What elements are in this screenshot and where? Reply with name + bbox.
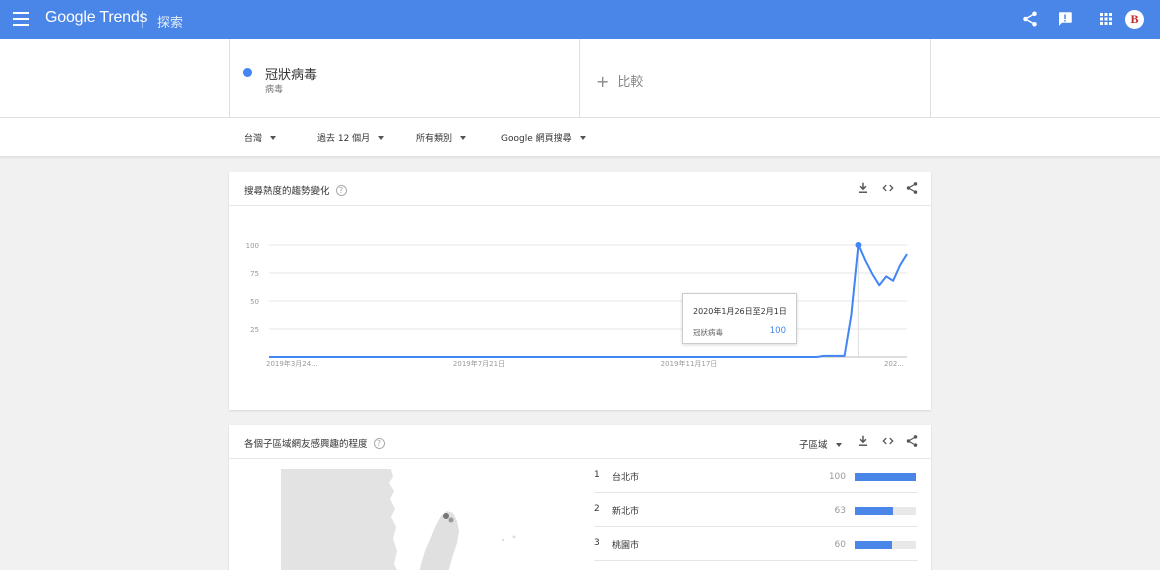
search-term-name[interactable]: 冠狀病毒 bbox=[265, 64, 317, 83]
divider bbox=[579, 39, 580, 118]
dropdown-arrow-icon bbox=[460, 135, 467, 140]
x-tick-label: 2019年3月24... bbox=[266, 359, 318, 368]
compare-label: 比較 bbox=[617, 75, 644, 90]
region-marker[interactable] bbox=[443, 513, 449, 519]
resolution-label: 子區域 bbox=[799, 440, 828, 451]
explore-link[interactable]: 探索 bbox=[157, 12, 183, 31]
property-filter-label: Google 網頁搜尋 bbox=[501, 134, 572, 144]
y-tick-label: 75 bbox=[250, 270, 259, 278]
tooltip-value: 100 bbox=[769, 326, 786, 336]
filter-bar: 台灣 過去 12 個月 所有類別 Google 網頁搜尋 bbox=[0, 118, 1160, 157]
interest-by-region-card: 各個子區域網友感興趣的程度? 子區域 1 台北市 100 2 新北市 63 3 … bbox=[229, 425, 931, 570]
embed-icon[interactable] bbox=[881, 434, 895, 448]
region-filter-label: 台灣 bbox=[244, 134, 263, 144]
search-term-type: 病毒 bbox=[265, 85, 284, 95]
y-tick-label: 25 bbox=[250, 326, 259, 334]
resolution-dropdown[interactable]: 子區域 bbox=[799, 437, 842, 451]
region-rank: 3 bbox=[594, 538, 600, 548]
x-tick-label: 2019年11月17日 bbox=[661, 359, 718, 368]
y-tick-label: 50 bbox=[250, 298, 259, 306]
dropdown-arrow-icon bbox=[270, 135, 277, 140]
interest-over-time-card: 搜尋熱度的趨勢變化? 25 50 75 100 2019年3月24... 2019年7月2… bbox=[229, 172, 931, 410]
region-name: 桃園市 bbox=[612, 541, 640, 551]
share-icon[interactable] bbox=[1021, 10, 1039, 28]
region-row[interactable]: 3 桃園市 60 bbox=[594, 527, 918, 561]
region-row[interactable]: 1 台北市 100 bbox=[594, 459, 918, 493]
divider bbox=[229, 39, 230, 118]
taiwan-region-map[interactable] bbox=[281, 469, 536, 570]
region-bar-fill bbox=[855, 473, 916, 481]
feedback-icon[interactable] bbox=[1056, 10, 1074, 28]
time-filter-dropdown[interactable]: 過去 12 個月 bbox=[317, 131, 385, 144]
region-value: 60 bbox=[834, 540, 846, 550]
interest-line-chart[interactable]: 25 50 75 100 2019年3月24... 2019年7月21日 2019年11月1… bbox=[229, 172, 931, 410]
region-bar-track bbox=[855, 541, 916, 549]
download-icon[interactable] bbox=[856, 434, 870, 448]
region-rank: 1 bbox=[594, 470, 600, 480]
top-app-bar: Google Trends 探索 B bbox=[0, 0, 1160, 39]
region-name: 新北市 bbox=[612, 507, 640, 517]
logo-divider bbox=[142, 11, 143, 28]
region-value: 100 bbox=[828, 472, 846, 482]
category-filter-dropdown[interactable]: 所有類別 bbox=[416, 131, 467, 144]
region-row[interactable]: 2 新北市 63 bbox=[594, 493, 918, 527]
property-filter-dropdown[interactable]: Google 網頁搜尋 bbox=[501, 131, 586, 144]
time-filter-label: 過去 12 個月 bbox=[317, 134, 371, 144]
account-avatar[interactable]: B bbox=[1125, 10, 1144, 29]
x-tick-label: 202... bbox=[884, 360, 904, 368]
apps-icon[interactable] bbox=[1097, 10, 1115, 28]
tooltip-term: 冠狀病毒 bbox=[693, 328, 723, 337]
search-terms-bar: 冠狀病毒 病毒 + 比較 bbox=[0, 39, 1160, 118]
x-tick-label: 2019年7月21日 bbox=[453, 359, 505, 368]
term-color-dot bbox=[243, 68, 252, 77]
compare-button[interactable]: + 比較 bbox=[596, 71, 644, 91]
region-bar-track bbox=[855, 473, 916, 481]
region-value: 63 bbox=[834, 506, 846, 516]
category-filter-label: 所有類別 bbox=[416, 134, 453, 144]
region-bar-track bbox=[855, 507, 916, 515]
interest-by-region-title: 各個子區域網友感興趣的程度? bbox=[244, 436, 385, 450]
dropdown-arrow-icon bbox=[579, 135, 586, 140]
plus-icon: + bbox=[596, 72, 610, 91]
dropdown-arrow-icon bbox=[378, 135, 385, 140]
region-bar-fill bbox=[855, 507, 894, 515]
google-trends-logo[interactable]: Google Trends bbox=[45, 9, 148, 27]
region-marker[interactable] bbox=[448, 517, 454, 523]
menu-icon[interactable] bbox=[13, 12, 29, 26]
region-filter-dropdown[interactable]: 台灣 bbox=[244, 131, 277, 144]
chart-tooltip: 2020年1月26日至2月1日 冠狀病毒 100 bbox=[682, 293, 797, 344]
dropdown-arrow-icon bbox=[835, 442, 842, 447]
region-name: 台北市 bbox=[612, 473, 640, 483]
share-icon[interactable] bbox=[905, 434, 919, 448]
tooltip-date: 2020年1月26日至2月1日 bbox=[693, 307, 787, 316]
y-tick-label: 100 bbox=[246, 242, 259, 250]
help-icon[interactable]: ? bbox=[373, 438, 385, 449]
region-bar-fill bbox=[855, 541, 892, 549]
card-title-text: 各個子區域網友感興趣的程度 bbox=[244, 439, 368, 450]
divider bbox=[930, 39, 931, 118]
region-rank: 2 bbox=[594, 504, 600, 514]
highlighted-data-point[interactable] bbox=[855, 242, 862, 248]
